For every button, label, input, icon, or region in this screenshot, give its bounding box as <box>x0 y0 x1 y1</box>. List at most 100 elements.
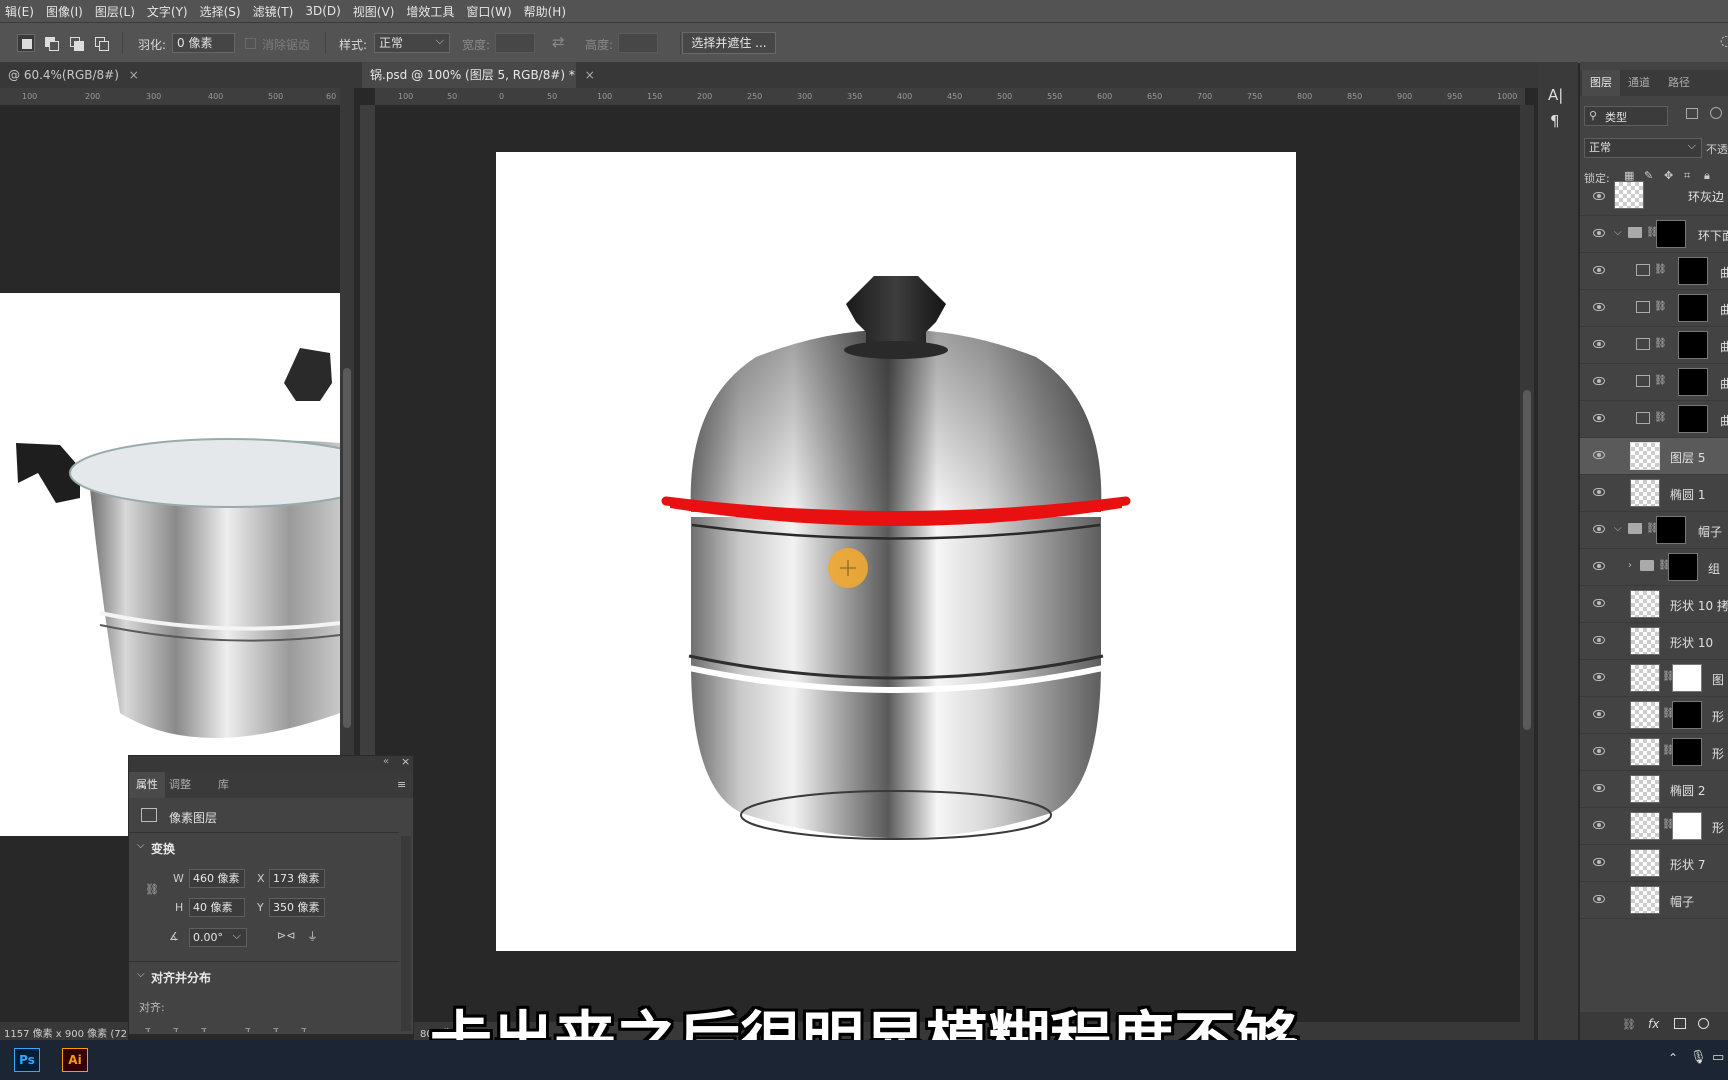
visibility-eye-icon[interactable] <box>1593 821 1605 829</box>
layer-row[interactable]: 形状 7 <box>1580 845 1728 882</box>
menu-select[interactable]: 选择(S) <box>195 3 248 20</box>
y-field[interactable]: 350 像素 <box>269 898 325 917</box>
visibility-eye-icon[interactable] <box>1593 414 1605 422</box>
left-vertical-scrollbar[interactable] <box>340 88 354 758</box>
layer-row[interactable]: ⛓ 曲 <box>1580 327 1728 364</box>
tab-paths[interactable]: 路径 <box>1668 70 1690 96</box>
subtract-selection-button[interactable] <box>67 34 85 52</box>
visibility-eye-icon[interactable] <box>1593 340 1605 348</box>
menu-image[interactable]: 图像(I) <box>41 3 90 20</box>
search-icon[interactable]: ◌ <box>1720 33 1728 49</box>
menu-filter[interactable]: 滤镜(T) <box>248 3 301 20</box>
layer-row[interactable]: ⛓ 曲 <box>1580 364 1728 401</box>
layer-row[interactable]: ⛓ 形 <box>1580 808 1728 845</box>
visibility-eye-icon[interactable] <box>1593 858 1605 866</box>
tab-libraries[interactable]: 库 <box>218 772 229 798</box>
tab-channels[interactable]: 通道 <box>1628 70 1650 96</box>
character-panel-icon[interactable]: A| <box>1548 86 1563 104</box>
layer-row[interactable]: ⛓ 曲 <box>1580 401 1728 438</box>
visibility-eye-icon[interactable] <box>1593 377 1605 385</box>
tab-properties[interactable]: 属性 <box>129 772 165 798</box>
visibility-eye-icon[interactable] <box>1593 673 1605 681</box>
menu-window[interactable]: 窗口(W) <box>461 3 518 20</box>
close-icon[interactable]: × <box>129 68 139 82</box>
flip-vertical-icon[interactable]: ⏚ <box>307 928 318 944</box>
tab-pot-psd[interactable]: 锅.psd @ 100% (图层 5, RGB/8#) * × <box>362 62 595 88</box>
chevron-down-icon[interactable]: ⌵ <box>1614 523 1622 534</box>
layer-row[interactable]: ⌵ ⛓ 环下面 <box>1580 216 1728 253</box>
menu-type[interactable]: 文字(Y) <box>142 3 195 20</box>
layer-row[interactable]: › ⛓ 组 <box>1580 549 1728 586</box>
display-icon[interactable]: ▭ <box>1712 1050 1724 1065</box>
tab-reference-image[interactable]: @ 60.4%(RGB/8#) × <box>0 62 139 88</box>
swap-icon[interactable]: ⇄ <box>552 33 565 51</box>
pixel-filter-icon[interactable] <box>1686 108 1698 119</box>
layer-row[interactable]: ⛓ 形 <box>1580 734 1728 771</box>
main-vertical-scrollbar[interactable] <box>1520 105 1534 1025</box>
layer-row[interactable]: 形状 10 <box>1580 623 1728 660</box>
layer-row[interactable]: ⛓ 曲 <box>1580 253 1728 290</box>
visibility-eye-icon[interactable] <box>1593 266 1605 274</box>
layer-row[interactable]: ⛓ 曲 <box>1580 290 1728 327</box>
visibility-eye-icon[interactable] <box>1593 192 1605 200</box>
angle-field[interactable]: 0.00° <box>189 927 247 947</box>
flip-horizontal-icon[interactable]: ⊳⊲ <box>277 929 295 942</box>
style-select[interactable]: 正常 <box>374 32 450 53</box>
layer-row[interactable]: ⌵ ⛓ 帽子 <box>1580 512 1728 549</box>
artboard[interactable] <box>496 152 1296 951</box>
paragraph-panel-icon[interactable]: ¶ <box>1550 112 1560 130</box>
layer-row[interactable]: 椭圆 1 <box>1580 475 1728 512</box>
visibility-eye-icon[interactable] <box>1593 636 1605 644</box>
visibility-eye-icon[interactable] <box>1593 451 1605 459</box>
menu-help[interactable]: 帮助(H) <box>519 3 573 20</box>
chevron-up-icon[interactable]: ⌃ <box>1668 1051 1678 1065</box>
chevron-down-icon[interactable]: ⌵ <box>1614 227 1622 238</box>
visibility-eye-icon[interactable] <box>1593 303 1605 311</box>
layer-row[interactable]: ⛓ 图 <box>1580 660 1728 697</box>
intersect-selection-button[interactable] <box>92 34 110 52</box>
visibility-eye-icon[interactable] <box>1593 710 1605 718</box>
collapse-icon[interactable]: « <box>383 756 389 767</box>
chevron-right-icon[interactable]: › <box>1628 560 1632 571</box>
visibility-eye-icon[interactable] <box>1593 599 1605 607</box>
blend-mode-select[interactable]: 正常 <box>1584 137 1702 158</box>
visibility-eye-icon[interactable] <box>1593 525 1605 533</box>
layer-filter-select[interactable]: ⚲ 类型 <box>1584 106 1668 126</box>
x-field[interactable]: 173 像素 <box>269 869 325 888</box>
height-field[interactable]: 40 像素 <box>189 898 245 917</box>
panel-menu-icon[interactable]: ≡ <box>397 778 406 791</box>
chevron-down-icon[interactable]: ⌵ <box>137 840 145 851</box>
scroll-thumb[interactable] <box>1523 390 1531 730</box>
menu-view[interactable]: 视图(V) <box>348 3 402 20</box>
visibility-eye-icon[interactable] <box>1593 562 1605 570</box>
layer-row[interactable]: ⛓ 形 <box>1580 697 1728 734</box>
width-input[interactable] <box>495 33 535 53</box>
adjustment-filter-icon[interactable] <box>1710 107 1722 119</box>
menu-plugins[interactable]: 增效工具 <box>401 3 461 20</box>
microphone-icon[interactable]: 🎙︎ <box>1690 1050 1707 1065</box>
width-field[interactable]: 460 像素 <box>189 869 245 888</box>
visibility-eye-icon[interactable] <box>1593 895 1605 903</box>
layer-row[interactable]: 环灰边 <box>1580 179 1728 216</box>
select-and-mask-button[interactable]: 选择并遮住 ... <box>682 32 776 54</box>
chevron-down-icon[interactable]: ⌵ <box>137 969 145 980</box>
illustrator-app-icon[interactable]: Ai <box>62 1048 88 1072</box>
height-input[interactable] <box>618 33 658 53</box>
layer-row[interactable]: 椭圆 2 <box>1580 771 1728 808</box>
close-icon[interactable]: × <box>401 755 410 768</box>
photoshop-app-icon[interactable]: Ps <box>14 1048 40 1072</box>
scroll-thumb[interactable] <box>343 368 351 728</box>
link-icon[interactable]: ⛓ <box>145 883 159 896</box>
antialias-checkbox[interactable] <box>245 38 256 49</box>
visibility-eye-icon[interactable] <box>1593 784 1605 792</box>
visibility-eye-icon[interactable] <box>1593 488 1605 496</box>
tab-adjustments[interactable]: 调整 <box>169 772 191 798</box>
new-selection-button[interactable] <box>17 34 35 52</box>
visibility-eye-icon[interactable] <box>1593 229 1605 237</box>
layer-row-selected[interactable]: 图层 5 <box>1580 438 1728 475</box>
visibility-eye-icon[interactable] <box>1593 747 1605 755</box>
layer-row[interactable]: 帽子 <box>1580 882 1728 919</box>
tab-layers[interactable]: 图层 <box>1582 70 1620 96</box>
feather-input[interactable]: 0 像素 <box>172 33 235 53</box>
menu-layer[interactable]: 图层(L) <box>90 3 142 20</box>
